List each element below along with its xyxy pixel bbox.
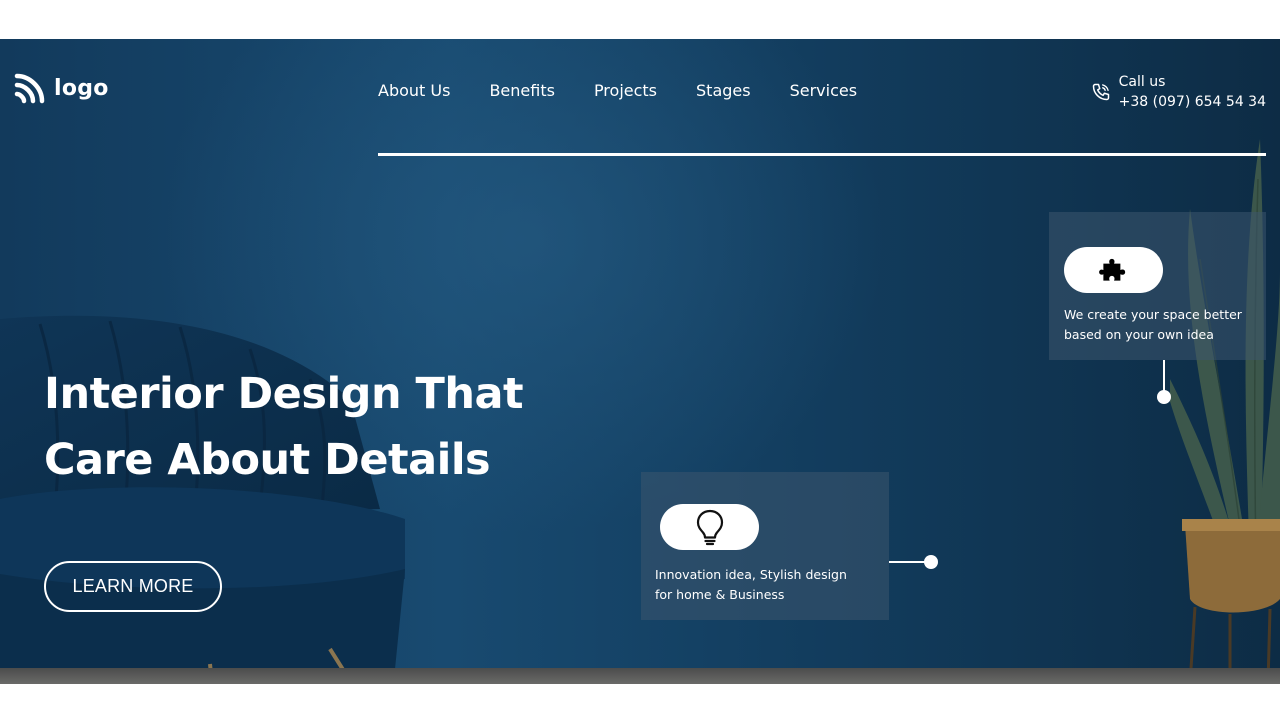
call-label: Call us <box>1118 74 1166 90</box>
hero-title-line-2: Care About Details <box>44 435 491 485</box>
feature-icon-pill <box>660 504 759 550</box>
feature-icon-pill <box>1064 247 1163 293</box>
connector-dot <box>924 555 938 569</box>
logo[interactable]: logo <box>14 72 109 104</box>
feature-text-line-1: Innovation idea, Stylish design <box>655 567 847 582</box>
logo-icon <box>14 73 45 104</box>
hero-title-line-1: Interior Design That <box>44 369 524 419</box>
plant-image <box>1170 139 1280 684</box>
hero-section: logo About Us Benefits Projects Stages S… <box>0 39 1280 684</box>
connector-line <box>1163 360 1165 392</box>
lightbulb-icon <box>696 509 723 546</box>
logo-text: logo <box>54 75 109 101</box>
feature-card-idea: We create your space better based on you… <box>1049 212 1266 360</box>
nav-benefits[interactable]: Benefits <box>489 81 555 100</box>
puzzle-icon <box>1098 258 1125 281</box>
nav-services[interactable]: Services <box>790 81 857 100</box>
nav-stages[interactable]: Stages <box>696 81 751 100</box>
feature-text-line-2: for home & Business <box>655 587 785 602</box>
nav-about-us[interactable]: About Us <box>378 81 450 100</box>
feature-text-line-1: We create your space better <box>1064 307 1242 322</box>
phone-number[interactable]: +38 (097) 654 54 34 <box>1119 92 1266 112</box>
feature-card-innovation: Innovation idea, Stylish design for home… <box>641 472 889 620</box>
phone-icon <box>1092 83 1109 101</box>
nav-underline <box>378 153 1266 156</box>
nav-projects[interactable]: Projects <box>594 81 657 100</box>
learn-more-button[interactable]: LEARN MORE <box>44 561 222 612</box>
main-nav: About Us Benefits Projects Stages Servic… <box>378 81 857 100</box>
feature-text-line-2: based on your own idea <box>1064 327 1214 342</box>
hero-title: Interior Design That Care About Details <box>44 361 524 493</box>
floor <box>0 668 1280 684</box>
connector-line <box>889 561 927 563</box>
connector-dot <box>1157 390 1171 404</box>
call-us-block[interactable]: Call us +38 (097) 654 54 34 <box>1091 72 1266 112</box>
